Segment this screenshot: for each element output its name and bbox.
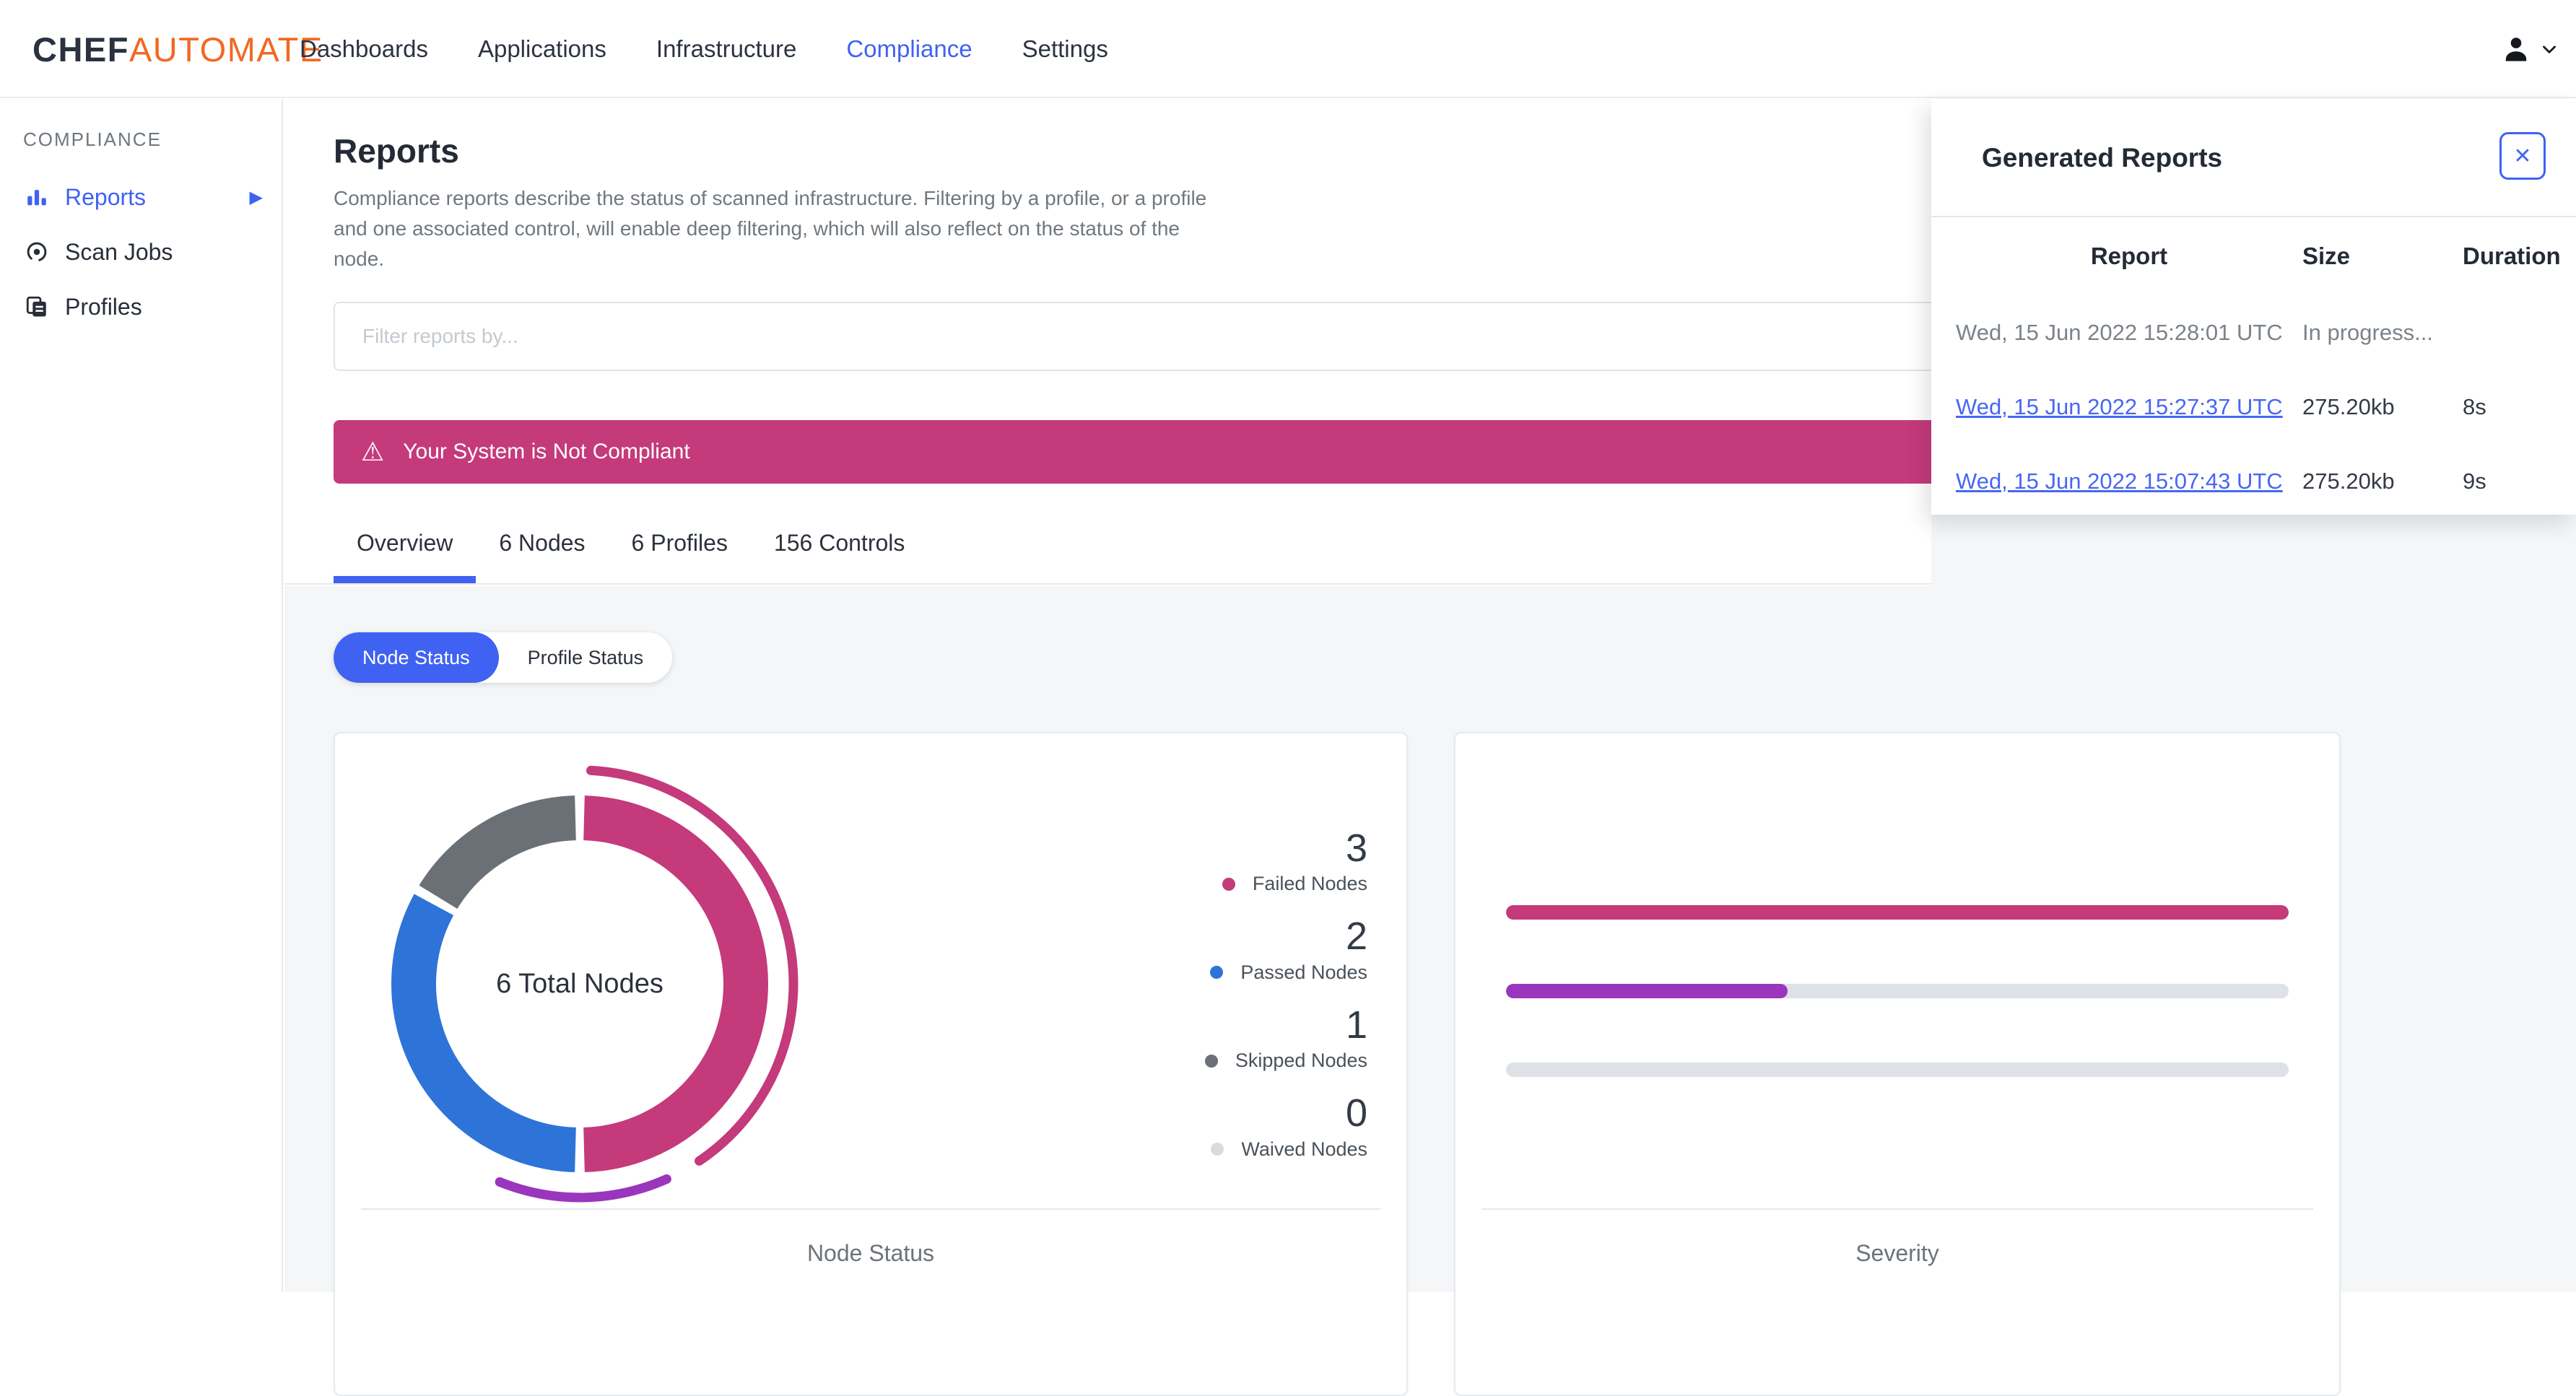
report-duration: 9s (2463, 468, 2486, 494)
logo-chef: CHEF (32, 30, 129, 69)
tab-nodes[interactable]: 6 Nodes (476, 510, 608, 583)
top-nav: CHEF AUTOMATE Dashboards Applications Inf… (0, 0, 2576, 98)
report-tabs: Overview 6 Nodes 6 Profiles 156 Controls (334, 510, 928, 583)
donut-center-label: 6 Total Nodes (496, 968, 663, 999)
overview-content: Node Status Profile Status 6 Total Nodes… (284, 586, 2576, 1396)
failed-count: 3 (1345, 826, 1367, 870)
severity-bar (1506, 1063, 2289, 1077)
node-status-caption: Node Status (806, 1240, 935, 1266)
nav-item-compliance[interactable]: Compliance (846, 35, 972, 63)
sidebar-item-scan-jobs[interactable]: Scan Jobs (0, 224, 282, 279)
failed-dot-icon (1222, 877, 1235, 891)
sidebar-item-label: Reports (65, 183, 147, 210)
column-header-report: Report (2090, 243, 2168, 269)
nav-item-settings[interactable]: Settings (1022, 35, 1108, 63)
table-header-row: Report Size Duration (1956, 217, 2561, 295)
node-status-donut: 6 Total Nodes (345, 749, 814, 1218)
node-status-toggle[interactable]: Node Status (334, 632, 499, 683)
legend-entry-failed: 3 Failed Nodes (1205, 826, 1367, 895)
close-icon: ✕ (2513, 144, 2532, 168)
skipped-count: 1 (1345, 1003, 1367, 1047)
report-timestamp: Wed, 15 Jun 2022 15:28:01 UTC (1956, 319, 2283, 345)
severity-card: Severity (1454, 732, 2341, 1396)
table-row: Wed, 15 Jun 2022 15:28:01 UTC In progres… (1956, 295, 2556, 370)
panel-title: Generated Reports (1982, 143, 2223, 173)
generated-reports-panel: Generated Reports ✕ Report Size Duration… (1931, 99, 2576, 515)
report-download-link[interactable]: Wed, 15 Jun 2022 15:07:43 UTC (1956, 468, 2283, 494)
column-header-duration: Duration (2463, 243, 2561, 269)
generated-reports-table: Report Size Duration Wed, 15 Jun 2022 15… (1931, 217, 2576, 518)
alert-message: Your System is Not Compliant (403, 440, 690, 463)
waived-count: 0 (1345, 1091, 1367, 1135)
nav-item-dashboards[interactable]: Dashboards (300, 35, 428, 63)
skipped-dot-icon (1204, 1054, 1218, 1068)
tab-profiles[interactable]: 6 Profiles (609, 510, 751, 583)
legend-label: Skipped Nodes (1235, 1050, 1367, 1072)
charts-row: 6 Total Nodes 3 Failed Nodes 2 Passed No… (334, 732, 2576, 1396)
nav-item-infrastructure[interactable]: Infrastructure (656, 35, 796, 63)
sidebar-item-profiles[interactable]: Profiles (0, 279, 282, 334)
sidebar-item-label: Profiles (65, 293, 142, 320)
severity-caption: Severity (1855, 1240, 1939, 1266)
card-divider (361, 1208, 1380, 1210)
column-header-size: Size (2302, 243, 2351, 269)
chef-automate-logo[interactable]: CHEF AUTOMATE (32, 0, 323, 98)
sidebar-section-label: COMPLIANCE (23, 128, 162, 150)
scan-icon (27, 242, 47, 262)
report-size: In progress... (2302, 319, 2433, 345)
legend-entry-skipped: 1 Skipped Nodes (1204, 1003, 1367, 1072)
tab-overview[interactable]: Overview (334, 510, 477, 583)
page-description: Compliance reports describe the status o… (334, 187, 1207, 270)
nav-item-applications[interactable]: Applications (478, 35, 606, 63)
report-download-link[interactable]: Wed, 15 Jun 2022 15:27:37 UTC (1956, 394, 2283, 419)
compliance-alert-banner: ⚠ Your System is Not Compliant (334, 420, 1980, 484)
panel-header: Generated Reports ✕ (1931, 99, 2576, 217)
severity-bar (1506, 984, 2289, 998)
tab-controls[interactable]: 156 Controls (751, 510, 928, 583)
sidebar-item-label: Scan Jobs (65, 238, 173, 265)
sidebar: COMPLIANCE Reports ▶ Scan Jobs Profiles (0, 100, 283, 1292)
sidebar-item-reports[interactable]: Reports ▶ (0, 170, 282, 224)
nav-menu: Dashboards Applications Infrastructure C… (300, 0, 1108, 98)
warning-icon: ⚠ (361, 437, 385, 466)
status-toggle-group: Node Status Profile Status (334, 632, 673, 683)
profile-status-toggle[interactable]: Profile Status (498, 632, 673, 683)
report-duration: 8s (2463, 393, 2486, 419)
waived-dot-icon (1211, 1143, 1224, 1156)
user-icon (2505, 38, 2527, 61)
legend-entry-waived: 0 Waived Nodes (1205, 1091, 1367, 1160)
user-menu-button[interactable] (2499, 0, 2560, 98)
legend-label: Passed Nodes (1240, 961, 1367, 983)
submenu-arrow-icon: ▶ (249, 187, 263, 207)
node-status-card: 6 Total Nodes 3 Failed Nodes 2 Passed No… (334, 732, 1408, 1396)
passed-dot-icon (1210, 966, 1224, 980)
severity-bar (1506, 905, 2289, 920)
card-divider (1481, 1208, 2313, 1210)
report-size: 275.20kb (2302, 468, 2395, 494)
chevron-down-icon (2543, 45, 2556, 53)
severity-bar-chart (1506, 905, 2289, 1141)
bar-chart-icon (27, 190, 46, 206)
legend-label: Waived Nodes (1241, 1138, 1367, 1160)
passed-count: 2 (1345, 915, 1367, 959)
table-row: Wed, 15 Jun 2022 15:07:43 UTC 275.20kb 9… (1956, 444, 2556, 518)
page-background-patch (1931, 515, 2576, 586)
filter-reports-input[interactable] (334, 302, 1980, 371)
node-status-legend: 3 Failed Nodes 2 Passed Nodes 1 Skipped … (1204, 826, 1367, 1161)
logo-automate: AUTOMATE (129, 30, 323, 69)
close-panel-button[interactable]: ✕ (2499, 132, 2546, 180)
report-size: 275.20kb (2302, 393, 2395, 419)
legend-label: Failed Nodes (1252, 873, 1367, 895)
table-row: Wed, 15 Jun 2022 15:27:37 UTC 275.20kb 8… (1956, 370, 2556, 444)
profiles-icon (26, 296, 46, 317)
legend-entry-passed: 2 Passed Nodes (1205, 915, 1367, 983)
